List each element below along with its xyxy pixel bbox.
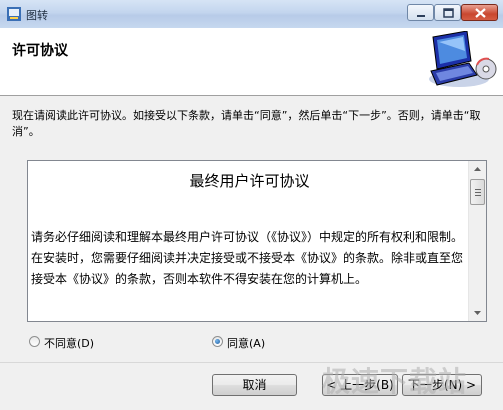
- agree-label: 同意(A): [227, 337, 266, 350]
- license-body: 请务必仔细阅读和理解本最终用户许可协议（《协议》）中规定的所有权利和限制。在安装…: [31, 230, 464, 286]
- window-title: 图转: [26, 9, 48, 22]
- cancel-button[interactable]: 取消: [212, 374, 297, 396]
- scrollbar-thumb[interactable]: [470, 179, 485, 205]
- close-icon: [475, 8, 486, 18]
- maximize-icon: [443, 8, 454, 18]
- header-banner: 许可协议: [0, 28, 503, 96]
- minimize-icon: [417, 15, 425, 17]
- footer-divider: [0, 362, 503, 363]
- app-icon: [7, 7, 21, 21]
- minimize-button[interactable]: [407, 4, 434, 21]
- disagree-label: 不同意(D): [44, 337, 95, 350]
- back-button[interactable]: < 上一步(B): [322, 374, 398, 396]
- installer-window: 图转 许可协议 现在请阅读此许可协议。如接受以下条款，请单击“同意”，然后单击“…: [0, 0, 503, 410]
- instructions-text: 现在请阅读此许可协议。如接受以下条款，请单击“同意”，然后单击“下一步”。否则，…: [12, 109, 481, 138]
- page-title: 许可协议: [12, 43, 68, 59]
- license-textbox[interactable]: 最终用户许可协议 请务必仔细阅读和理解本最终用户许可协议（《协议》）中规定的所有…: [27, 160, 487, 322]
- maximize-button[interactable]: [434, 4, 461, 21]
- close-button[interactable]: [461, 4, 498, 21]
- radio-on-icon[interactable]: [212, 336, 223, 347]
- computer-cd-icon: [429, 31, 497, 87]
- scroll-down-icon[interactable]: [469, 304, 486, 321]
- title-bar[interactable]: 图转: [0, 0, 503, 29]
- agree-radio[interactable]: 同意(A): [212, 336, 282, 350]
- next-button[interactable]: 下一步(N) >: [402, 374, 482, 396]
- license-heading: 最终用户许可协议: [189, 172, 310, 190]
- scroll-up-icon[interactable]: [469, 161, 486, 178]
- disagree-radio[interactable]: 不同意(D): [29, 336, 109, 350]
- vertical-scrollbar[interactable]: [468, 161, 486, 321]
- radio-off-icon[interactable]: [29, 336, 40, 347]
